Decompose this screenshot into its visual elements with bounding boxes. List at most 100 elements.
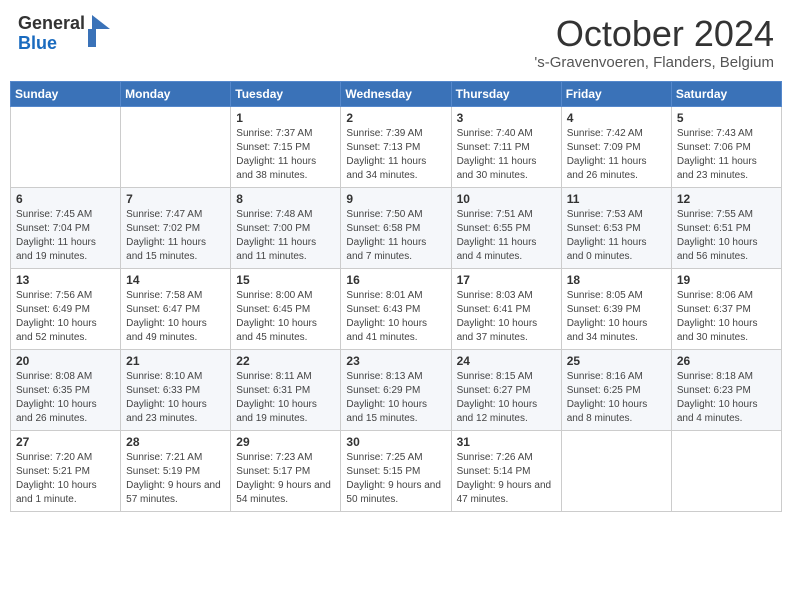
day-number: 21 <box>126 354 225 368</box>
calendar-cell <box>671 430 781 511</box>
title-block: October 2024 's-Gravenvoeren, Flanders, … <box>534 14 774 71</box>
day-info: Sunrise: 7:45 AMSunset: 7:04 PMDaylight:… <box>16 208 115 264</box>
day-info: Sunrise: 7:55 AMSunset: 6:51 PMDaylight:… <box>677 208 776 264</box>
day-info: Sunrise: 8:05 AMSunset: 6:39 PMDaylight:… <box>567 289 666 345</box>
calendar-cell: 4Sunrise: 7:42 AMSunset: 7:09 PMDaylight… <box>561 106 671 187</box>
day-info: Sunrise: 7:39 AMSunset: 7:13 PMDaylight:… <box>346 127 445 183</box>
day-number: 31 <box>457 435 556 449</box>
calendar-cell: 5 Sunrise: 7:43 AMSunset: 7:06 PMDaylight… <box>671 106 781 187</box>
calendar-table: SundayMondayTuesdayWednesdayThursdayFrid… <box>10 81 782 512</box>
calendar-cell: 16 Sunrise: 8:01 AMSunset: 6:43 PMDayligh… <box>341 268 451 349</box>
weekday-header-row: SundayMondayTuesdayWednesdayThursdayFrid… <box>11 81 782 106</box>
calendar-cell: 11 Sunrise: 7:53 AMSunset: 6:53 PMDayligh… <box>561 187 671 268</box>
day-info: Sunrise: 7:51 AMSunset: 6:55 PMDaylight:… <box>457 208 556 264</box>
day-number: 15 <box>236 273 335 287</box>
calendar-week-row: 6 Sunrise: 7:45 AMSunset: 7:04 PMDaylight… <box>11 187 782 268</box>
calendar-cell: 28Sunrise: 7:21 AMSunset: 5:19 PMDayligh… <box>121 430 231 511</box>
calendar-cell: 25 Sunrise: 8:16 AMSunset: 6:25 PMDayligh… <box>561 349 671 430</box>
logo-text: General Blue <box>18 14 85 54</box>
day-number: 16 <box>346 273 445 287</box>
page-header: General Blue October 2024 's-Gravenvoere… <box>10 10 782 75</box>
calendar-cell: 14 Sunrise: 7:58 AMSunset: 6:47 PMDayligh… <box>121 268 231 349</box>
day-info: Sunrise: 7:20 AMSunset: 5:21 PMDaylight:… <box>16 451 115 507</box>
day-number: 18 <box>567 273 666 287</box>
day-number: 30 <box>346 435 445 449</box>
calendar-week-row: 27 Sunrise: 7:20 AMSunset: 5:21 PMDayligh… <box>11 430 782 511</box>
calendar-cell: 8 Sunrise: 7:48 AMSunset: 7:00 PMDaylight… <box>231 187 341 268</box>
calendar-week-row: 20Sunrise: 8:08 AMSunset: 6:35 PMDayligh… <box>11 349 782 430</box>
day-info: Sunrise: 8:13 AMSunset: 6:29 PMDaylight:… <box>346 370 445 426</box>
calendar-week-row: 13Sunrise: 7:56 AMSunset: 6:49 PMDayligh… <box>11 268 782 349</box>
calendar-cell: 17 Sunrise: 8:03 AMSunset: 6:41 PMDayligh… <box>451 268 561 349</box>
day-number: 5 <box>677 111 776 125</box>
calendar-cell: 1Sunrise: 7:37 AMSunset: 7:15 PMDaylight… <box>231 106 341 187</box>
day-number: 8 <box>236 192 335 206</box>
day-number: 14 <box>126 273 225 287</box>
day-info: Sunrise: 8:06 AMSunset: 6:37 PMDaylight:… <box>677 289 776 345</box>
calendar-cell <box>121 106 231 187</box>
day-number: 7 <box>126 192 225 206</box>
calendar-cell: 6 Sunrise: 7:45 AMSunset: 7:04 PMDaylight… <box>11 187 121 268</box>
day-number: 9 <box>346 192 445 206</box>
day-info: Sunrise: 7:23 AMSunset: 5:17 PMDaylight:… <box>236 451 335 507</box>
day-info: Sunrise: 8:00 AMSunset: 6:45 PMDaylight:… <box>236 289 335 345</box>
calendar-cell: 20Sunrise: 8:08 AMSunset: 6:35 PMDayligh… <box>11 349 121 430</box>
day-info: Sunrise: 7:50 AMSunset: 6:58 PMDaylight:… <box>346 208 445 264</box>
calendar-cell: 7 Sunrise: 7:47 AMSunset: 7:02 PMDaylight… <box>121 187 231 268</box>
calendar-cell: 2 Sunrise: 7:39 AMSunset: 7:13 PMDaylight… <box>341 106 451 187</box>
day-number: 19 <box>677 273 776 287</box>
weekday-header-friday: Friday <box>561 81 671 106</box>
weekday-header-thursday: Thursday <box>451 81 561 106</box>
weekday-header-saturday: Saturday <box>671 81 781 106</box>
day-info: Sunrise: 7:47 AMSunset: 7:02 PMDaylight:… <box>126 208 225 264</box>
day-number: 25 <box>567 354 666 368</box>
calendar-cell: 26 Sunrise: 8:18 AMSunset: 6:23 PMDayligh… <box>671 349 781 430</box>
weekday-header-sunday: Sunday <box>11 81 121 106</box>
day-info: Sunrise: 8:03 AMSunset: 6:41 PMDaylight:… <box>457 289 556 345</box>
location-title: 's-Gravenvoeren, Flanders, Belgium <box>534 54 774 71</box>
day-number: 23 <box>346 354 445 368</box>
day-number: 22 <box>236 354 335 368</box>
calendar-cell: 13Sunrise: 7:56 AMSunset: 6:49 PMDayligh… <box>11 268 121 349</box>
calendar-cell: 15 Sunrise: 8:00 AMSunset: 6:45 PMDayligh… <box>231 268 341 349</box>
day-info: Sunrise: 8:11 AMSunset: 6:31 PMDaylight:… <box>236 370 335 426</box>
day-info: Sunrise: 7:48 AMSunset: 7:00 PMDaylight:… <box>236 208 335 264</box>
day-number: 27 <box>16 435 115 449</box>
day-number: 6 <box>16 192 115 206</box>
day-info: Sunrise: 8:18 AMSunset: 6:23 PMDaylight:… <box>677 370 776 426</box>
weekday-header-monday: Monday <box>121 81 231 106</box>
calendar-cell: 31 Sunrise: 7:26 AMSunset: 5:14 PMDayligh… <box>451 430 561 511</box>
calendar-week-row: 1Sunrise: 7:37 AMSunset: 7:15 PMDaylight… <box>11 106 782 187</box>
day-info: Sunrise: 8:16 AMSunset: 6:25 PMDaylight:… <box>567 370 666 426</box>
logo: General Blue <box>18 14 110 54</box>
day-info: Sunrise: 8:01 AMSunset: 6:43 PMDaylight:… <box>346 289 445 345</box>
calendar-cell <box>11 106 121 187</box>
day-number: 10 <box>457 192 556 206</box>
day-number: 11 <box>567 192 666 206</box>
day-number: 17 <box>457 273 556 287</box>
month-title: October 2024 <box>534 14 774 54</box>
day-number: 2 <box>346 111 445 125</box>
day-number: 13 <box>16 273 115 287</box>
day-number: 12 <box>677 192 776 206</box>
day-info: Sunrise: 7:53 AMSunset: 6:53 PMDaylight:… <box>567 208 666 264</box>
day-info: Sunrise: 7:58 AMSunset: 6:47 PMDaylight:… <box>126 289 225 345</box>
calendar-cell: 12 Sunrise: 7:55 AMSunset: 6:51 PMDayligh… <box>671 187 781 268</box>
day-info: Sunrise: 8:15 AMSunset: 6:27 PMDaylight:… <box>457 370 556 426</box>
calendar-cell: 27 Sunrise: 7:20 AMSunset: 5:21 PMDayligh… <box>11 430 121 511</box>
day-number: 26 <box>677 354 776 368</box>
logo-general: General <box>18 13 85 33</box>
day-info: Sunrise: 7:43 AMSunset: 7:06 PMDaylight:… <box>677 127 776 183</box>
day-info: Sunrise: 7:42 AMSunset: 7:09 PMDaylight:… <box>567 127 666 183</box>
calendar-cell: 23 Sunrise: 8:13 AMSunset: 6:29 PMDayligh… <box>341 349 451 430</box>
day-number: 1 <box>236 111 335 125</box>
day-number: 29 <box>236 435 335 449</box>
day-info: Sunrise: 7:26 AMSunset: 5:14 PMDaylight:… <box>457 451 556 507</box>
weekday-header-tuesday: Tuesday <box>231 81 341 106</box>
logo-icon <box>88 15 110 47</box>
calendar-cell: 21Sunrise: 8:10 AMSunset: 6:33 PMDayligh… <box>121 349 231 430</box>
weekday-header-wednesday: Wednesday <box>341 81 451 106</box>
calendar-cell: 30Sunrise: 7:25 AMSunset: 5:15 PMDayligh… <box>341 430 451 511</box>
calendar-cell: 10 Sunrise: 7:51 AMSunset: 6:55 PMDayligh… <box>451 187 561 268</box>
day-number: 24 <box>457 354 556 368</box>
